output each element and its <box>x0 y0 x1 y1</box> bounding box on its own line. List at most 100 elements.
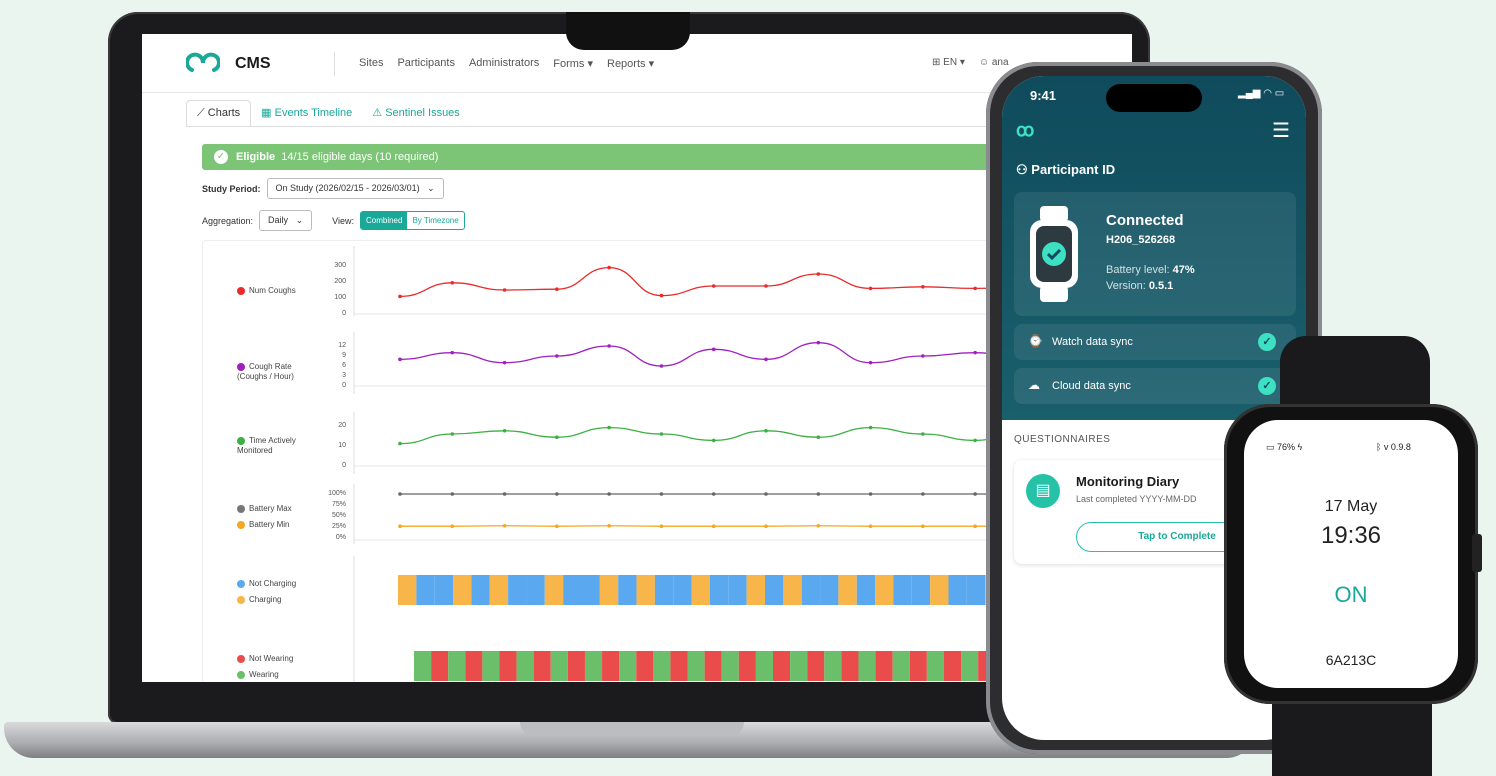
watch-id: 6A213C <box>1325 652 1377 668</box>
wearing-segment <box>516 651 534 681</box>
wearing-segment <box>653 651 671 681</box>
data-point <box>607 344 611 348</box>
participant-id-label: Participant ID <box>1031 162 1116 177</box>
wearing-segment <box>824 651 842 681</box>
data-point <box>711 347 716 352</box>
data-point <box>764 284 768 288</box>
person-icon: ⚇ <box>1016 162 1032 177</box>
charging-segment <box>453 575 472 605</box>
data-point <box>764 429 768 433</box>
data-point <box>868 425 873 430</box>
charging-segment <box>783 575 802 605</box>
data-point <box>764 492 768 496</box>
watch-state: ON <box>1334 582 1368 607</box>
wearing-segment <box>550 651 568 681</box>
data-point <box>973 438 977 443</box>
charging-segment <box>709 575 729 605</box>
watch-crown[interactable] <box>1472 534 1482 572</box>
charging-segment <box>930 575 949 605</box>
data-point <box>502 523 507 528</box>
check-icon: ✓ <box>1258 377 1276 395</box>
charging-segment <box>948 575 967 605</box>
wearing-segment <box>670 651 688 681</box>
charging-segment <box>636 575 655 605</box>
wearing-segment <box>875 651 893 681</box>
charging-segment <box>838 575 857 605</box>
charging-segment <box>508 575 527 605</box>
charging-segment <box>563 575 582 605</box>
data-point <box>555 492 559 496</box>
data-point <box>921 354 925 358</box>
charging-segment <box>526 575 545 605</box>
data-point <box>502 429 507 433</box>
version-label: Version: <box>1106 280 1149 292</box>
cloud-sync-row[interactable]: ☁ Cloud data sync ✓ <box>1014 368 1296 404</box>
battery-value: 47% <box>1172 264 1195 276</box>
charging-segment <box>746 575 765 605</box>
wearing-segment <box>721 651 739 681</box>
wearing-segment <box>448 651 466 681</box>
data-point <box>450 492 455 496</box>
check-icon: ✓ <box>1258 333 1276 351</box>
data-point <box>607 265 611 270</box>
cloud-sync-label: Cloud data sync <box>1052 380 1131 392</box>
version-value: 0.5.1 <box>1148 280 1174 292</box>
charging-segment <box>599 575 619 605</box>
data-point <box>450 524 455 528</box>
data-point <box>659 432 664 436</box>
wearing-segment <box>431 651 449 681</box>
data-point <box>711 492 716 496</box>
wearing-segment <box>892 651 910 681</box>
diary-last-completed: Last completed YYYY-MM-DD <box>1076 494 1197 504</box>
data-point <box>868 286 873 291</box>
watch-battery: ▭ 76% ϟ <box>1266 442 1302 453</box>
smartwatch-icon <box>1030 206 1078 302</box>
wearing-segment <box>687 651 705 681</box>
camera-notch <box>566 12 690 50</box>
data-point <box>659 293 664 298</box>
wearing-segment <box>943 651 962 681</box>
wearing-segment <box>482 651 500 681</box>
connection-status: Connected <box>1106 212 1184 229</box>
charging-segment <box>489 575 509 605</box>
phone-header: 9:41 ▂▄▆ ◠ ▭ ꝏ ☰ ⚇ Participant ID Connec… <box>1002 76 1306 420</box>
data-point <box>816 492 821 496</box>
wearing-segment <box>499 651 517 681</box>
charging-segment <box>398 575 417 605</box>
data-point <box>398 441 402 446</box>
wearing-segment <box>584 651 603 681</box>
version-info: Version: 0.5.1 <box>1106 280 1173 292</box>
charging-segment <box>544 575 564 605</box>
data-point <box>450 350 455 355</box>
charging-segment <box>673 575 692 605</box>
data-point <box>555 287 559 291</box>
data-point <box>921 524 925 528</box>
watch-battery-value: 76% <box>1277 442 1296 452</box>
charging-segment <box>801 575 821 605</box>
wearing-segment <box>465 651 483 681</box>
wearing-segment <box>533 651 551 681</box>
cloud-icon: ☁ <box>1028 378 1040 392</box>
hamburger-menu-icon[interactable]: ☰ <box>1272 118 1290 143</box>
watch-sync-label: Watch data sync <box>1052 336 1133 348</box>
data-point <box>816 435 821 440</box>
data-point <box>502 492 507 496</box>
charging-segment <box>471 575 490 605</box>
app-logo-icon: ꝏ <box>1016 120 1035 140</box>
battery-label: Battery level: <box>1106 264 1173 276</box>
data-point <box>450 432 455 436</box>
data-point <box>816 523 821 528</box>
charging-segment <box>911 575 931 605</box>
data-point <box>659 524 664 528</box>
participant-heading: ⚇ Participant ID <box>1016 162 1115 178</box>
data-point <box>973 286 977 291</box>
wearing-segment <box>755 651 773 681</box>
data-point <box>555 524 559 528</box>
charging-segment <box>820 575 839 605</box>
charging-segment <box>434 575 454 605</box>
charging-segment <box>765 575 784 605</box>
charts-svg <box>353 246 1132 682</box>
watch-version-value: v 0.9.8 <box>1383 442 1411 452</box>
charging-segment <box>581 575 600 605</box>
watch-sync-row[interactable]: ⌚ Watch data sync ✓ <box>1014 324 1296 360</box>
